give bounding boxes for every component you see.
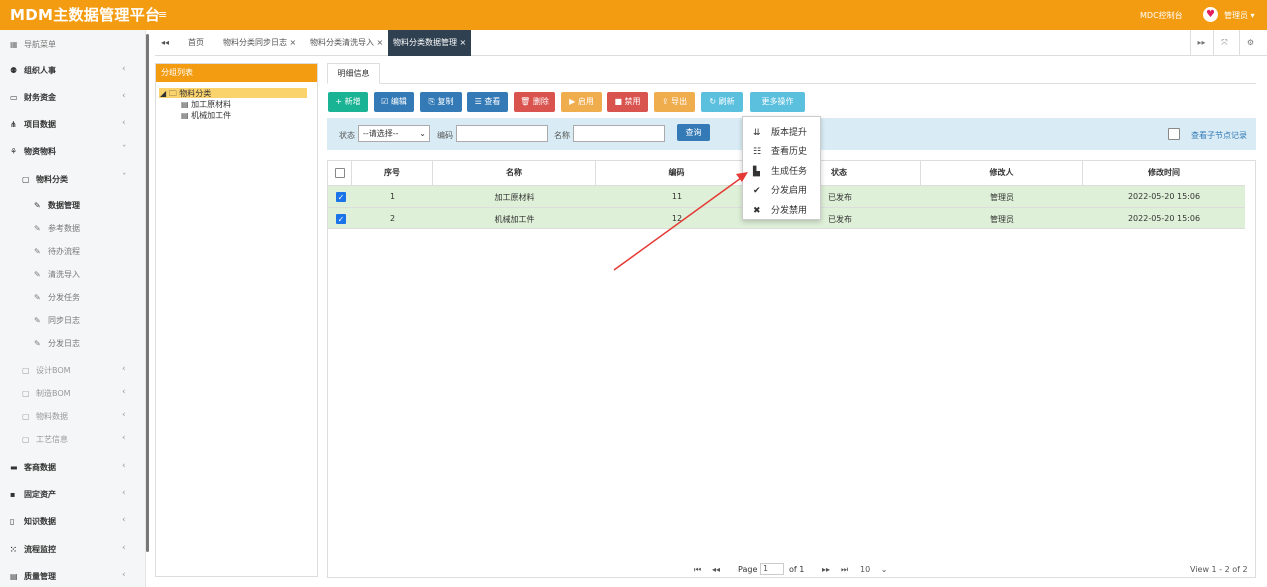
arrow-shaft xyxy=(613,177,742,271)
annotation-arrow xyxy=(613,172,748,271)
